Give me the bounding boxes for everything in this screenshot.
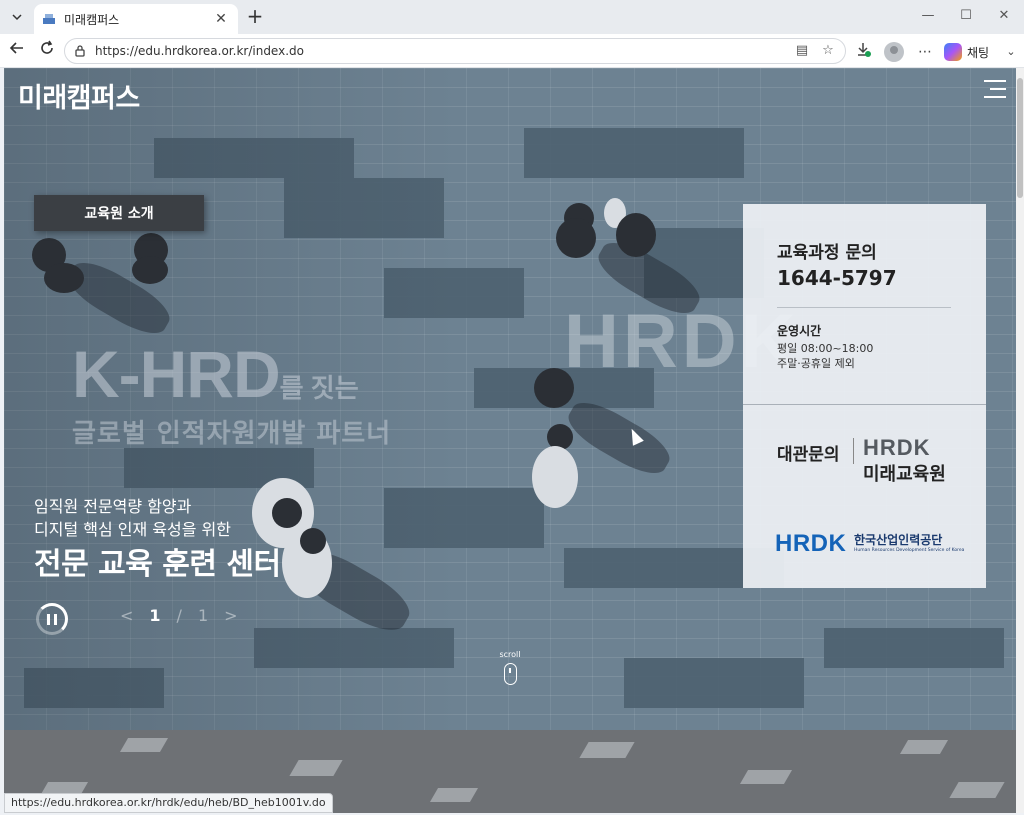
campus-logo-word[interactable]: HRDK [863,435,931,461]
hero-big-subtitle: 글로벌 인적자원개발 파트너 [72,419,392,449]
pause-icon-bar [47,613,50,625]
tab-list-dropdown[interactable] [6,6,28,28]
address-bar[interactable]: https://edu.hrdkorea.or.kr/index.do ▤ ☆ [64,38,846,64]
refresh-icon [41,40,53,54]
more-menu-icon[interactable]: ⋯ [914,41,936,63]
scrollbar-thumb[interactable] [1017,78,1023,198]
next-slide-icon[interactable]: > [224,606,237,625]
floor-tile [119,738,169,752]
profile-avatar[interactable] [884,42,904,62]
sidebar-chevron-icon[interactable]: ⌄ [1000,41,1022,63]
person-figure [616,213,656,257]
page-viewport: K-HRD를 짓는 글로벌 인적자원개발 파트너 HRDK 미래캠퍼스 교육원 … [4,68,1016,813]
hours-closed: 주말·공휴일 제외 [777,357,855,370]
pause-button[interactable] [36,603,68,635]
tagline-line-2: 디지털 핵심 인재 육성을 위한 [34,520,231,539]
new-tab-button[interactable]: + [244,6,266,28]
hero-section: K-HRD를 짓는 글로벌 인적자원개발 파트너 HRDK 미래캠퍼스 교육원 … [4,68,1016,730]
copilot-chat-button[interactable]: 채팅 [944,40,998,64]
minimize-button[interactable]: — [916,6,940,26]
agency-name[interactable]: 한국산업인력공단 [854,531,942,548]
operating-hours-label: 운영시간 [777,324,822,338]
agency-logo-word[interactable]: HRDK [775,530,846,558]
floor-tile [289,760,343,776]
close-tab-icon[interactable]: ✕ [212,11,230,27]
person-figure [556,218,596,258]
url-text: https://edu.hrdkorea.or.kr/index.do [95,44,304,58]
contact-info-panel: 교육과정 문의 1644-5797 운영시간 평일 08:00~18:00 주말… [743,204,986,588]
person-figure [132,256,168,284]
pager-total: 1 [197,606,209,625]
scroll-indicator[interactable]: scroll [498,650,522,685]
hero-headline: 전문 교육 훈련 센터 [34,547,281,582]
refresh-button[interactable] [36,40,58,62]
operating-hours: 평일 08:00~18:00 주말·공휴일 제외 [777,341,873,371]
intro-button[interactable]: 교육원 소개 [34,195,204,231]
scroll-label: scroll [499,650,521,659]
hours-weekday: 평일 08:00~18:00 [777,342,874,355]
copilot-label: 채팅 [967,45,990,60]
status-bar-url: https://edu.hrdkorea.or.kr/hrdk/edu/heb/… [4,793,333,813]
floor-tile [739,770,793,784]
back-button[interactable] [6,40,28,62]
reading-view-icon[interactable]: ▤ [793,42,811,60]
favorite-star-icon[interactable]: ☆ [819,42,837,60]
close-window-button[interactable]: ✕ [992,6,1016,26]
tab-title: 미래캠퍼스 [64,12,120,27]
prev-slide-icon[interactable]: < [120,606,133,625]
copilot-icon [944,43,962,61]
person-figure [272,498,302,528]
vertical-separator [853,438,854,464]
page-scrollbar[interactable] [1016,68,1024,813]
browser-tab[interactable]: 미래캠퍼스 ✕ [34,4,238,34]
tagline-line-1: 임직원 전문역량 함양과 [34,497,192,516]
course-inquiry-phone[interactable]: 1644-5797 [777,266,897,290]
mouse-icon [503,663,517,685]
hero-tagline: 임직원 전문역량 함양과 디지털 핵심 인재 육성을 위한 [34,495,231,541]
floor-tile [949,782,1005,798]
floor-tile [429,788,479,802]
arrow-left-icon [9,42,23,54]
slide-pager: < 1 / 1 > [120,606,238,625]
hero-big-title: K-HRD를 짓는 [72,337,359,411]
site-info-icon[interactable] [73,44,87,58]
pause-icon-bar [54,613,57,625]
chevron-down-icon [12,14,22,21]
floor-tile [899,740,949,754]
site-logo[interactable]: 미래캠퍼스 [18,76,140,115]
person-figure [44,263,84,293]
person-figure [532,446,578,508]
favicon-icon [43,14,55,24]
pager-separator: / [176,606,182,625]
person-figure [300,528,326,554]
course-inquiry-title: 교육과정 문의 [777,243,877,263]
maximize-button[interactable]: ☐ [954,6,978,26]
tab-bar: 미래캠퍼스 ✕ + — ☐ ✕ [0,0,1024,34]
floor-tile [579,742,635,758]
rental-inquiry-label: 대관문의 [777,445,840,465]
campus-logo-name[interactable]: 미래교육원 [863,460,946,486]
navigation-bar: https://edu.hrdkorea.or.kr/index.do ▤ ☆ … [0,34,1024,68]
pager-current: 1 [149,606,161,625]
menu-hamburger-icon[interactable] [984,80,1006,98]
agency-name-en: Human Resources Development Service of K… [854,548,965,553]
downloads-icon[interactable] [852,41,874,63]
panel-divider [777,307,951,308]
panel-section-divider [743,404,986,405]
